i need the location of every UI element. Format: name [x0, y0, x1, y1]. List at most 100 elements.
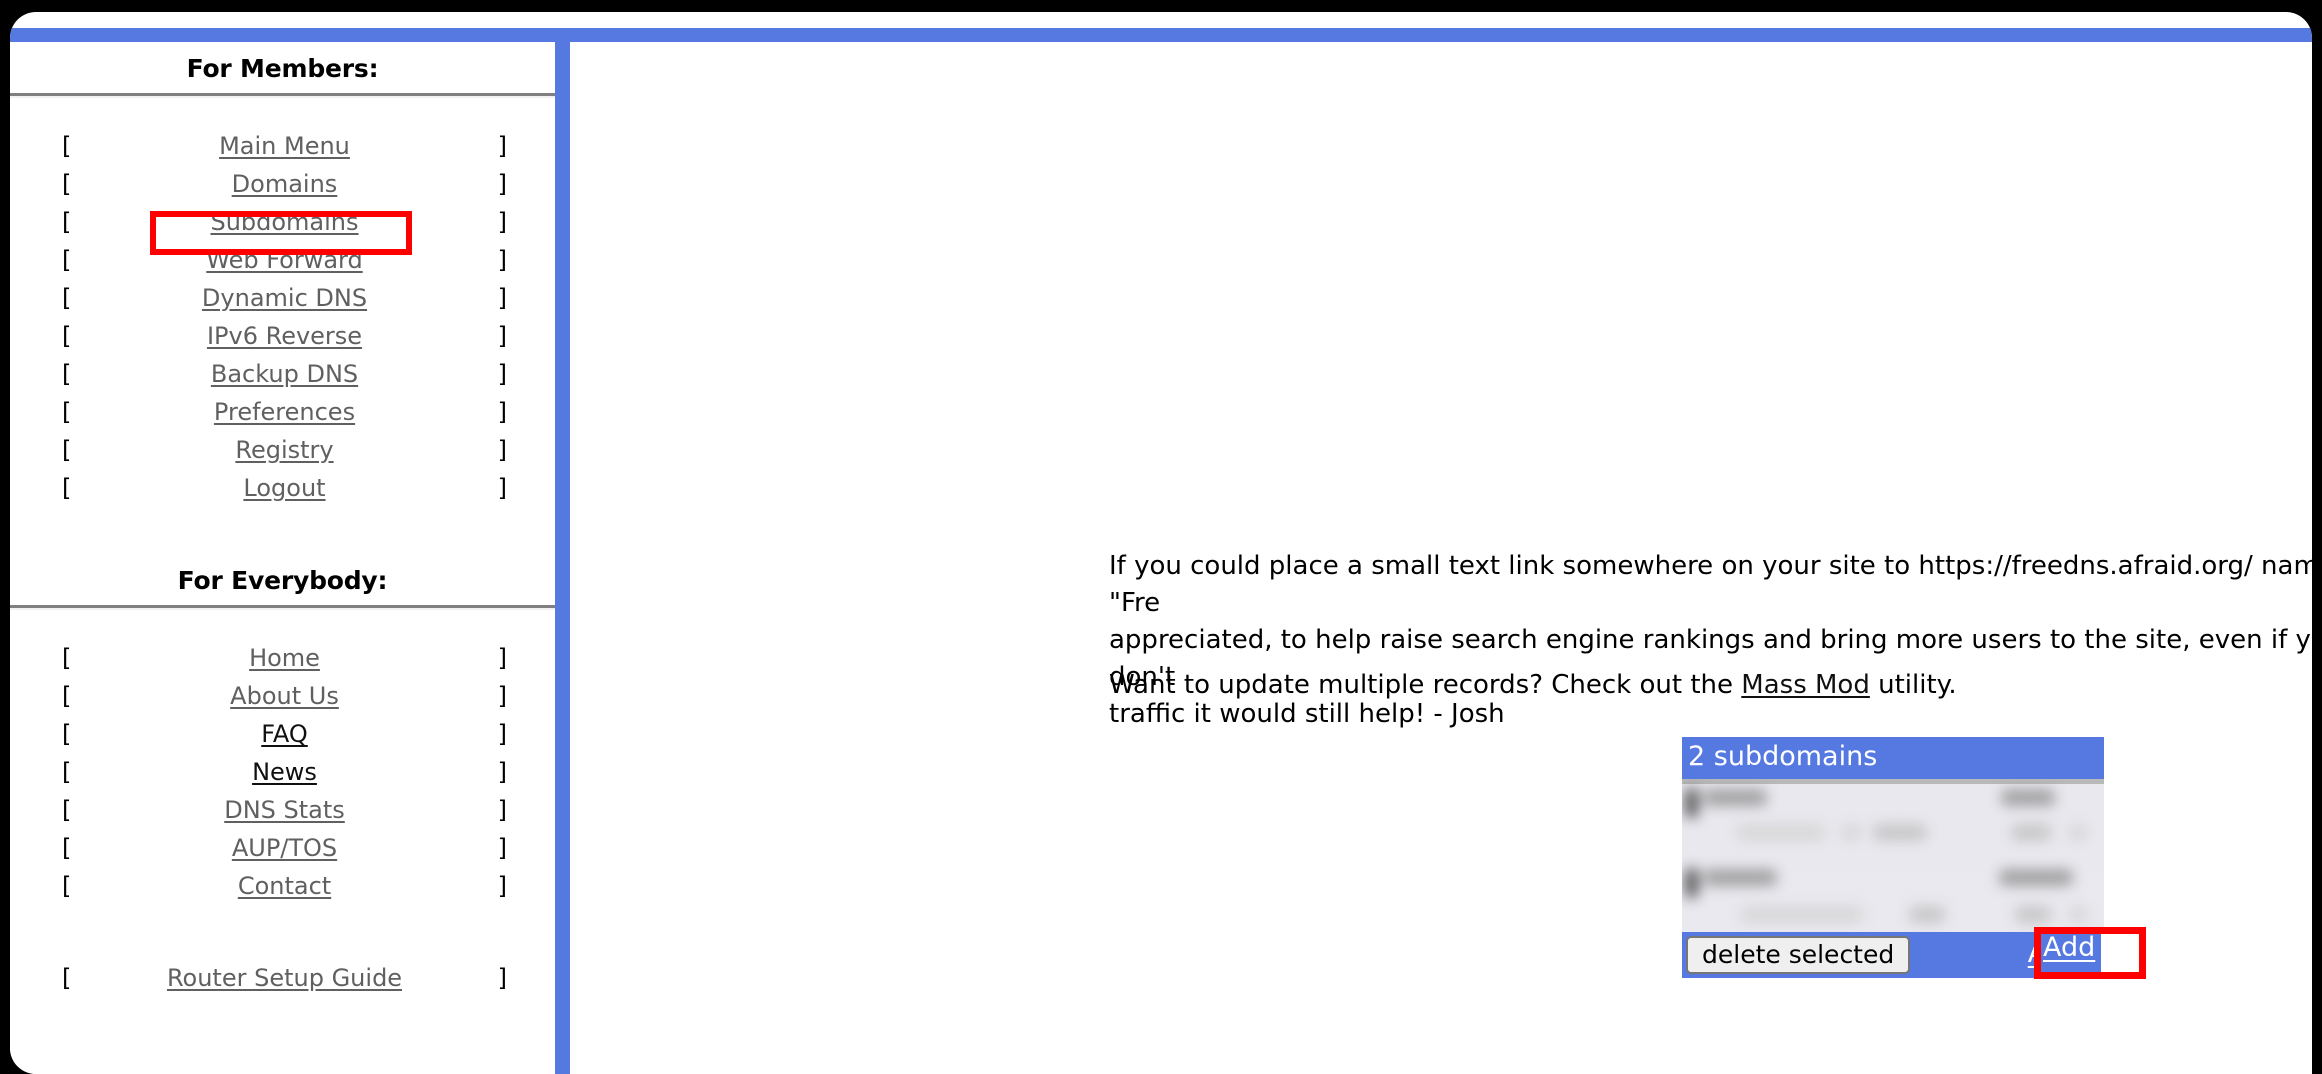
sidebar-item-label[interactable]: FAQ: [261, 720, 308, 748]
bracket-close: ]: [497, 872, 507, 900]
bracket-close: ]: [497, 964, 507, 992]
sidebar-item-label[interactable]: Router Setup Guide: [167, 964, 402, 992]
massmod-paragraph: Want to update multiple records? Check o…: [1109, 667, 1957, 704]
sidebar-item-link-wrap: Router Setup Guide: [82, 964, 487, 992]
sidebar-item-news[interactable]: [ News]: [10, 758, 555, 796]
sidebar-item-label[interactable]: Registry: [235, 436, 333, 464]
sidebar-item-contact[interactable]: [ Contact]: [10, 872, 555, 910]
sidebar-item-dns-stats[interactable]: [ DNS Stats]: [10, 796, 555, 834]
bracket-close: ]: [497, 322, 507, 350]
bracket-open: [: [62, 964, 72, 992]
massmod-prefix-text: Want to update multiple records? Check o…: [1109, 670, 1742, 700]
sidebar-item-label[interactable]: Backup DNS: [211, 360, 358, 388]
bracket-open: [: [62, 720, 72, 748]
sidebar-item-label[interactable]: Domains: [232, 170, 338, 198]
bracket-open: [: [62, 360, 72, 388]
sidebar-item-label[interactable]: Home: [249, 644, 320, 672]
bracket-open: [: [62, 644, 72, 672]
bracket-close: ]: [497, 758, 507, 786]
mass-mod-link[interactable]: Mass Mod: [1741, 670, 1870, 700]
sidebar-everybody-list: [Home] [About Us] [FAQ] [News] [DNS Stats] [A…: [10, 644, 555, 910]
row-checkbox[interactable]: [1686, 869, 1697, 897]
sidebar-item-link-wrap: Home: [82, 644, 487, 672]
bracket-close: ]: [497, 644, 507, 672]
sidebar-item-faq[interactable]: [FAQ]: [10, 720, 555, 758]
sidebar-item-backup-dns[interactable]: [Backup DNS]: [10, 360, 555, 398]
bracket-open: [: [62, 132, 72, 160]
bracket-open: [: [62, 834, 72, 862]
sidebar-item-link-wrap: Logout: [82, 474, 487, 502]
sidebar-members-heading: For Members:: [186, 54, 379, 83]
sidebar-item-link-wrap: Dynamic DNS: [82, 284, 487, 312]
sidebar-footer-list: [ Router Setup Guide]: [10, 964, 555, 1002]
sidebar-item-label[interactable]: Web Forward: [206, 246, 362, 274]
sidebar-everybody-heading: For Everybody:: [177, 566, 388, 595]
sidebar-item-label[interactable]: Dynamic DNS: [202, 284, 367, 312]
delete-selected-button[interactable]: delete selected: [1686, 936, 1911, 974]
bracket-open: [: [62, 246, 72, 274]
sidebar-item-domains[interactable]: [ Domains]: [10, 170, 555, 208]
top-accent-bar: [10, 28, 2312, 42]
page-viewport: For Members: [ Main Menu] [ Domains] [ Subdom…: [10, 12, 2312, 1074]
bracket-open: [: [62, 208, 72, 236]
bracket-open: [: [62, 322, 72, 350]
bracket-close: ]: [497, 132, 507, 160]
sidebar-item-preferences[interactable]: [ Preferences]: [10, 398, 555, 436]
bracket-open: [: [62, 796, 72, 824]
sidebar-content-divider: [555, 42, 570, 1074]
sidebar: For Members: [ Main Menu] [ Domains] [ Subdom…: [10, 42, 555, 1074]
bracket-close: ]: [497, 474, 507, 502]
browser-window-frame: For Members: [ Main Menu] [ Domains] [ Subdom…: [0, 0, 2322, 1074]
sidebar-item-registry[interactable]: [Registry]: [10, 436, 555, 474]
row-checkbox[interactable]: [1686, 789, 1697, 817]
sidebar-item-link-wrap: Web Forward: [82, 246, 487, 274]
sidebar-item-router-setup-guide[interactable]: [ Router Setup Guide]: [10, 964, 555, 1002]
subdomain-table-redacted[interactable]: [1682, 779, 2104, 932]
sidebar-item-label[interactable]: Main Menu: [219, 132, 350, 160]
sidebar-item-label[interactable]: AUP/TOS: [232, 834, 337, 862]
sidebar-item-link-wrap: FAQ: [82, 720, 487, 748]
subdomain-panel-title: 2 subdomains: [1682, 737, 2104, 779]
bracket-open: [: [62, 758, 72, 786]
sidebar-item-link-wrap: Backup DNS: [82, 360, 487, 388]
sidebar-item-link-wrap: IPv6 Reverse: [82, 322, 487, 350]
sidebar-item-link-wrap: AUP/TOS: [82, 834, 487, 862]
sidebar-item-label[interactable]: Preferences: [214, 398, 355, 426]
sidebar-item-link-wrap: DNS Stats: [82, 796, 487, 824]
bracket-close: ]: [497, 834, 507, 862]
bracket-close: ]: [497, 170, 507, 198]
bracket-open: [: [62, 284, 72, 312]
sidebar-item-label[interactable]: Contact: [238, 872, 331, 900]
sidebar-item-label[interactable]: DNS Stats: [224, 796, 345, 824]
main-content: If you could place a small text link som…: [570, 42, 2312, 1074]
promo-paragraph: If you could place a small text link som…: [1109, 551, 2312, 729]
sidebar-item-label[interactable]: News: [252, 758, 317, 786]
sidebar-item-link-wrap: Contact: [82, 872, 487, 900]
sidebar-item-main-menu[interactable]: [ Main Menu]: [10, 132, 555, 170]
sidebar-item-logout[interactable]: [Logout]: [10, 474, 555, 512]
sidebar-item-link-wrap: About Us: [82, 682, 487, 710]
sidebar-members-list: [ Main Menu] [ Domains] [ Subdomains] [ Web For…: [10, 132, 555, 512]
sidebar-item-label[interactable]: IPv6 Reverse: [207, 322, 362, 350]
massmod-suffix-text: utility.: [1869, 670, 1957, 700]
add-subdomain-link-highlighted[interactable]: Add: [2043, 932, 2095, 963]
sidebar-item-link-wrap: Registry: [82, 436, 487, 464]
bracket-close: ]: [497, 398, 507, 426]
bracket-close: ]: [497, 796, 507, 824]
sidebar-item-aup-tos[interactable]: [ AUP/TOS]: [10, 834, 555, 872]
bracket-open: [: [62, 170, 72, 198]
sidebar-item-dynamic-dns[interactable]: [Dynamic DNS]: [10, 284, 555, 322]
sidebar-item-home[interactable]: [ Home]: [10, 644, 555, 682]
sidebar-item-link-wrap: Main Menu: [82, 132, 487, 160]
sidebar-item-subdomains[interactable]: [Subdomains]: [10, 208, 555, 246]
redaction-blur-layer: [1682, 779, 2104, 932]
sidebar-item-ipv6-reverse[interactable]: [ IPv6 Reverse]: [10, 322, 555, 360]
sidebar-item-label[interactable]: About Us: [230, 682, 339, 710]
sidebar-item-label[interactable]: Logout: [243, 474, 325, 502]
bracket-open: [: [62, 872, 72, 900]
sidebar-item-label[interactable]: Subdomains: [210, 208, 358, 236]
sidebar-item-about-us[interactable]: [About Us]: [10, 682, 555, 720]
bracket-open: [: [62, 398, 72, 426]
sidebar-item-web-forward[interactable]: [ Web Forward]: [10, 246, 555, 284]
bracket-close: ]: [497, 246, 507, 274]
